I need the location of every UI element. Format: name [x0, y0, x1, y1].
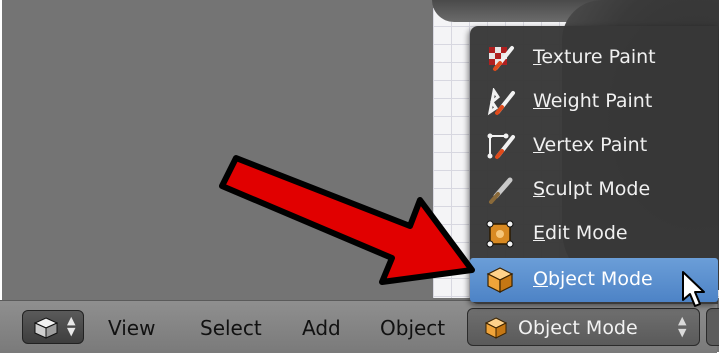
- arrow-shape: [219, 155, 475, 285]
- red-annotation-arrow: [219, 155, 475, 285]
